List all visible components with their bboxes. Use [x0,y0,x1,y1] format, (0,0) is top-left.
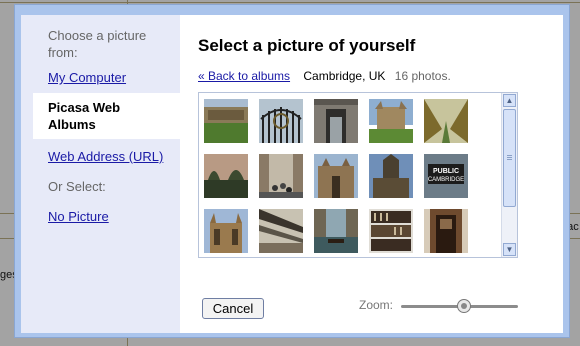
svg-text:CAMBRIDGE: CAMBRIDGE [428,177,464,183]
photo-thumbnail-chapel-tower[interactable] [369,154,413,198]
photo-thumbnail-kings-chapel[interactable] [204,209,248,253]
photo-thumbnail-stone-archway[interactable] [314,99,358,143]
cancel-button[interactable]: Cancel [202,298,264,319]
scrollbar-thumb[interactable] [503,109,516,207]
photo-thumbnail-doorway[interactable] [424,209,468,253]
photo-thumbnail-college-lawn[interactable] [204,99,248,143]
photo-image [259,209,303,253]
photo-image [204,154,248,198]
sidebar-item-no-picture[interactable]: No Picture [48,209,109,224]
photo-thumbnail-iron-gate[interactable] [259,99,303,143]
grip-line [507,157,512,158]
zoom-label: Zoom: [359,298,394,312]
sidebar-item-web-address[interactable]: Web Address (URL) [48,149,163,164]
photo-image [204,209,248,253]
photo-image [259,99,303,143]
sidebar-item-picasa[interactable]: Picasa Web Albums [33,93,180,139]
sidebar-or-select: Or Select: [48,179,106,194]
photo-thumbnail-chapel-lawn[interactable] [369,99,413,143]
scroll-up-icon[interactable]: ▲ [503,94,516,107]
sidebar-item-label: Picasa Web Albums [48,100,121,132]
photo-image [424,209,468,253]
main-panel: Select a picture of yourself « Back to a… [180,15,563,333]
photo-image [424,99,468,143]
photo-image [259,154,303,198]
grip-line [507,159,512,160]
photo-image [314,99,358,143]
album-nav: « Back to albums Cambridge, UK 16 photos… [198,69,451,83]
picture-dialog-frame: Choose a picture from: My Computer Picas… [14,4,570,338]
photo-thumbnail-public-cambridge-sign[interactable]: PUBLIC CAMBRIDGE [424,154,468,198]
picture-dialog: Choose a picture from: My Computer Picas… [21,15,563,333]
album-name: Cambridge, UK [303,69,386,83]
photo-count: 16 photos. [394,69,451,83]
sidebar-intro: Choose a picture from: [48,28,147,60]
photo-thumbnail-gothic-facade[interactable] [314,154,358,198]
source-sidebar: Choose a picture from: My Computer Picas… [21,15,180,333]
photo-image [369,99,413,143]
dialog-title: Select a picture of yourself [198,36,416,55]
photo-image [314,209,358,253]
svg-text:PUBLIC: PUBLIC [433,168,459,175]
scroll-down-icon[interactable]: ▼ [503,243,516,256]
photo-image [369,209,413,253]
back-to-albums-link[interactable]: « Back to albums [198,69,290,83]
photo-thumbnail-river-punts[interactable] [314,209,358,253]
photo-thumbnail-street-crowd[interactable] [259,154,303,198]
grip-line [507,155,512,156]
photo-image: PUBLIC CAMBRIDGE [424,154,468,198]
background-rule [0,2,580,3]
photo-image [369,154,413,198]
photo-thumbnail-tree-avenue[interactable] [424,99,468,143]
photo-image [204,99,248,143]
photo-thumbnail-glass-roof-market[interactable] [259,209,303,253]
photo-thumbnail-dusk-trees[interactable] [204,154,248,198]
sidebar-item-my-computer[interactable]: My Computer [48,70,126,85]
photo-thumbnail-bookshelves[interactable] [369,209,413,253]
photo-gallery: PUBLIC CAMBRIDGE ▲ ▼ [198,92,518,258]
gallery-scrollbar[interactable]: ▲ ▼ [501,93,517,257]
zoom-slider-handle[interactable] [457,299,472,313]
photo-image [314,154,358,198]
